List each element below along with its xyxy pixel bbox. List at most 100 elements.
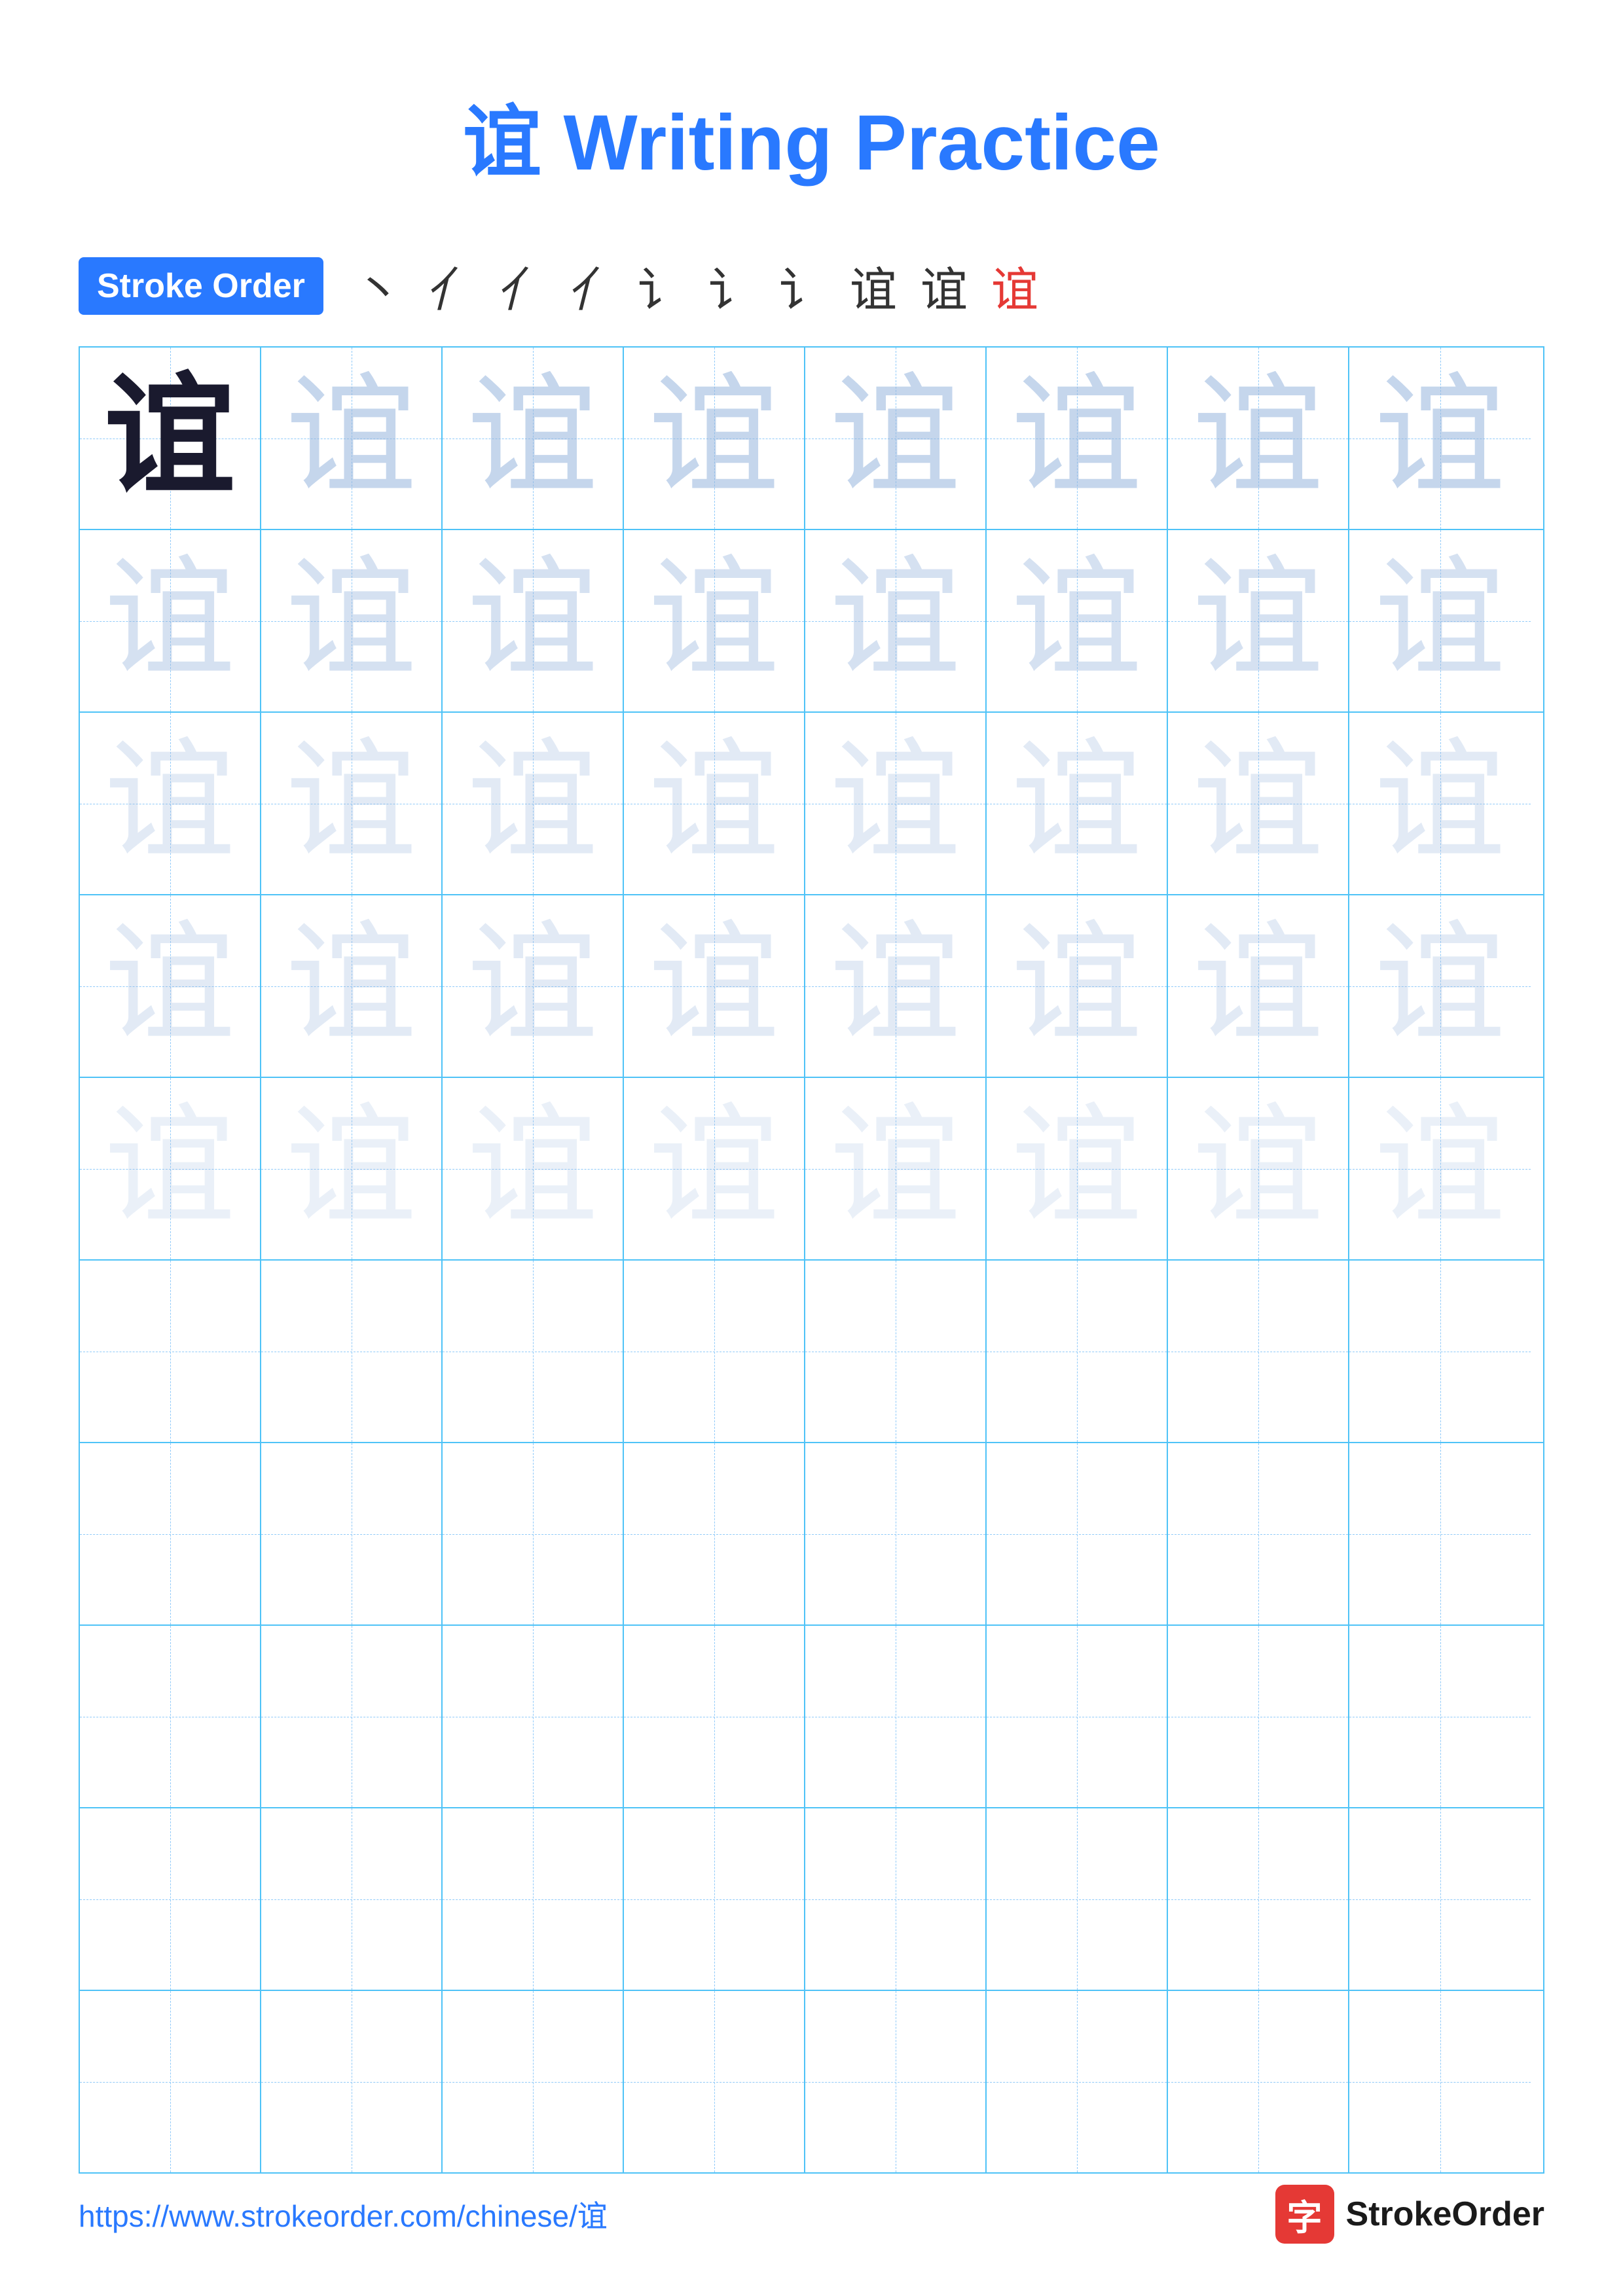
char-light: 谊 [1192, 373, 1323, 504]
grid-row-6 [80, 1261, 1543, 1443]
cell-8-7[interactable] [1168, 1626, 1349, 1807]
cell-10-6[interactable] [987, 1991, 1168, 2172]
cell-6-4[interactable] [624, 1261, 805, 1442]
char-light: 谊 [467, 1103, 598, 1234]
cell-4-3[interactable]: 谊 [443, 895, 624, 1077]
cell-7-2[interactable] [261, 1443, 443, 1624]
cell-9-2[interactable] [261, 1808, 443, 1990]
char-light: 谊 [1192, 921, 1323, 1052]
cell-2-5[interactable]: 谊 [805, 530, 987, 711]
cell-8-8[interactable] [1349, 1626, 1531, 1807]
cell-7-1[interactable] [80, 1443, 261, 1624]
cell-3-6[interactable]: 谊 [987, 713, 1168, 894]
stroke-1: 丶 [343, 251, 414, 320]
cell-5-6[interactable]: 谊 [987, 1078, 1168, 1259]
cell-1-8[interactable]: 谊 [1349, 348, 1531, 529]
cell-3-7[interactable]: 谊 [1168, 713, 1349, 894]
cell-1-6[interactable]: 谊 [987, 348, 1168, 529]
cell-1-5[interactable]: 谊 [805, 348, 987, 529]
cell-7-6[interactable] [987, 1443, 1168, 1624]
cell-6-8[interactable] [1349, 1261, 1531, 1442]
cell-9-4[interactable] [624, 1808, 805, 1990]
cell-8-5[interactable] [805, 1626, 987, 1807]
grid-row-3: 谊 谊 谊 谊 谊 谊 谊 谊 [80, 713, 1543, 895]
cell-9-6[interactable] [987, 1808, 1168, 1990]
cell-3-1[interactable]: 谊 [80, 713, 261, 894]
cell-5-8[interactable]: 谊 [1349, 1078, 1531, 1259]
cell-4-5[interactable]: 谊 [805, 895, 987, 1077]
cell-10-3[interactable] [443, 1991, 624, 2172]
cell-5-7[interactable]: 谊 [1168, 1078, 1349, 1259]
cell-4-7[interactable]: 谊 [1168, 895, 1349, 1077]
cell-6-1[interactable] [80, 1261, 261, 1442]
cell-6-7[interactable] [1168, 1261, 1349, 1442]
cell-7-8[interactable] [1349, 1443, 1531, 1624]
cell-1-1[interactable]: 谊 [80, 348, 261, 529]
cell-9-1[interactable] [80, 1808, 261, 1990]
grid-row-7 [80, 1443, 1543, 1626]
cell-1-7[interactable]: 谊 [1168, 348, 1349, 529]
footer-logo: 字 StrokeOrder [1275, 2185, 1544, 2244]
cell-9-7[interactable] [1168, 1808, 1349, 1990]
cell-10-7[interactable] [1168, 1991, 1349, 2172]
char-light: 谊 [1011, 373, 1142, 504]
cell-9-5[interactable] [805, 1808, 987, 1990]
cell-7-3[interactable] [443, 1443, 624, 1624]
char-light: 谊 [1011, 1103, 1142, 1234]
char-light: 谊 [285, 921, 416, 1052]
cell-8-4[interactable] [624, 1626, 805, 1807]
footer-url[interactable]: https://www.strokeorder.com/chinese/谊 [79, 2193, 608, 2236]
cell-10-4[interactable] [624, 1991, 805, 2172]
cell-6-6[interactable] [987, 1261, 1168, 1442]
cell-6-3[interactable] [443, 1261, 624, 1442]
cell-3-5[interactable]: 谊 [805, 713, 987, 894]
cell-5-4[interactable]: 谊 [624, 1078, 805, 1259]
cell-1-3[interactable]: 谊 [443, 348, 624, 529]
cell-2-7[interactable]: 谊 [1168, 530, 1349, 711]
cell-1-2[interactable]: 谊 [261, 348, 443, 529]
cell-2-6[interactable]: 谊 [987, 530, 1168, 711]
char-dark: 谊 [104, 373, 235, 504]
cell-3-2[interactable]: 谊 [261, 713, 443, 894]
cell-2-3[interactable]: 谊 [443, 530, 624, 711]
cell-2-1[interactable]: 谊 [80, 530, 261, 711]
cell-5-2[interactable]: 谊 [261, 1078, 443, 1259]
cell-8-1[interactable] [80, 1626, 261, 1807]
cell-10-8[interactable] [1349, 1991, 1531, 2172]
cell-5-5[interactable]: 谊 [805, 1078, 987, 1259]
stroke-3: 亻 [484, 251, 555, 320]
cell-9-8[interactable] [1349, 1808, 1531, 1990]
cell-8-3[interactable] [443, 1626, 624, 1807]
cell-2-8[interactable]: 谊 [1349, 530, 1531, 711]
cell-2-4[interactable]: 谊 [624, 530, 805, 711]
footer: https://www.strokeorder.com/chinese/谊 字 … [0, 2185, 1623, 2244]
cell-9-3[interactable] [443, 1808, 624, 1990]
cell-8-2[interactable] [261, 1626, 443, 1807]
cell-7-7[interactable] [1168, 1443, 1349, 1624]
char-light: 谊 [1374, 1103, 1505, 1234]
cell-10-5[interactable] [805, 1991, 987, 2172]
char-light: 谊 [104, 1103, 235, 1234]
cell-3-4[interactable]: 谊 [624, 713, 805, 894]
cell-5-3[interactable]: 谊 [443, 1078, 624, 1259]
cell-7-5[interactable] [805, 1443, 987, 1624]
cell-3-8[interactable]: 谊 [1349, 713, 1531, 894]
stroke-10: 谊 [979, 251, 1050, 320]
cell-7-4[interactable] [624, 1443, 805, 1624]
cell-6-5[interactable] [805, 1261, 987, 1442]
cell-4-8[interactable]: 谊 [1349, 895, 1531, 1077]
cell-1-4[interactable]: 谊 [624, 348, 805, 529]
char-light: 谊 [1011, 921, 1142, 1052]
cell-10-1[interactable] [80, 1991, 261, 2172]
cell-4-6[interactable]: 谊 [987, 895, 1168, 1077]
cell-6-2[interactable] [261, 1261, 443, 1442]
cell-10-2[interactable] [261, 1991, 443, 2172]
cell-3-3[interactable]: 谊 [443, 713, 624, 894]
cell-4-1[interactable]: 谊 [80, 895, 261, 1077]
cell-4-2[interactable]: 谊 [261, 895, 443, 1077]
cell-4-4[interactable]: 谊 [624, 895, 805, 1077]
cell-8-6[interactable] [987, 1626, 1168, 1807]
cell-2-2[interactable]: 谊 [261, 530, 443, 711]
cell-5-1[interactable]: 谊 [80, 1078, 261, 1259]
stroke-6: 讠 [697, 251, 767, 320]
